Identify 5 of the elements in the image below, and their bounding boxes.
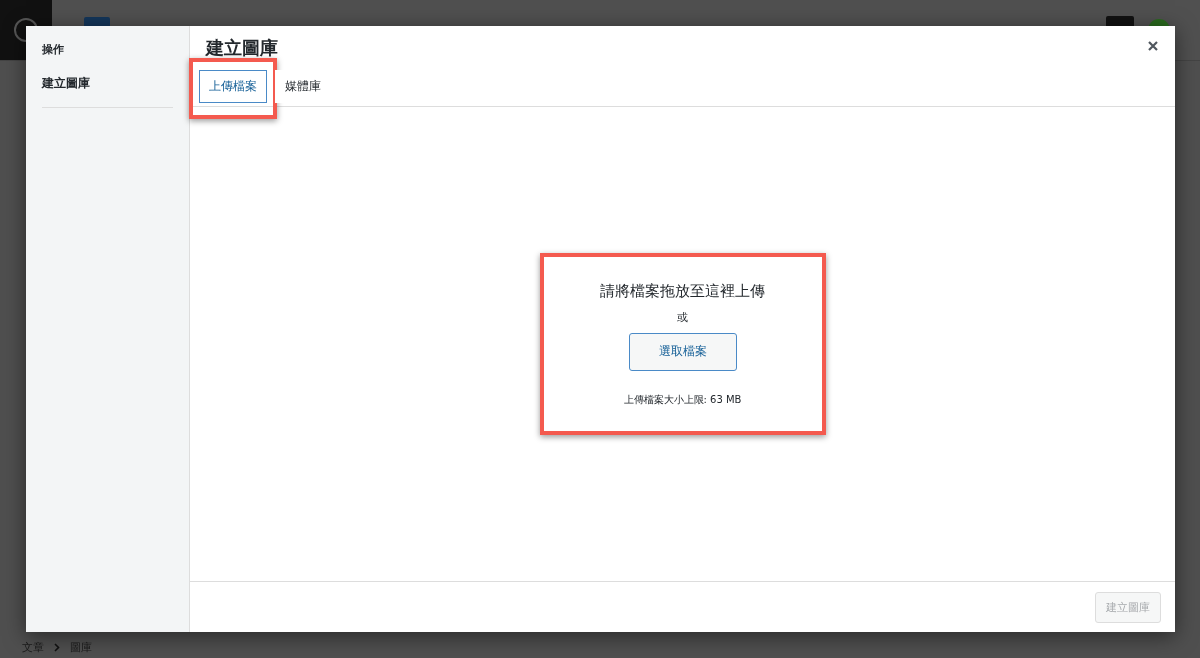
drop-instructions: 請將檔案拖放至這裡上傳	[600, 281, 765, 301]
sidebar-heading: 操作	[42, 42, 65, 57]
modal-title: 建立圖庫	[206, 36, 278, 60]
or-text: 或	[677, 309, 688, 325]
max-size-text: 上傳檔案大小上限: 63 MB	[623, 392, 742, 407]
